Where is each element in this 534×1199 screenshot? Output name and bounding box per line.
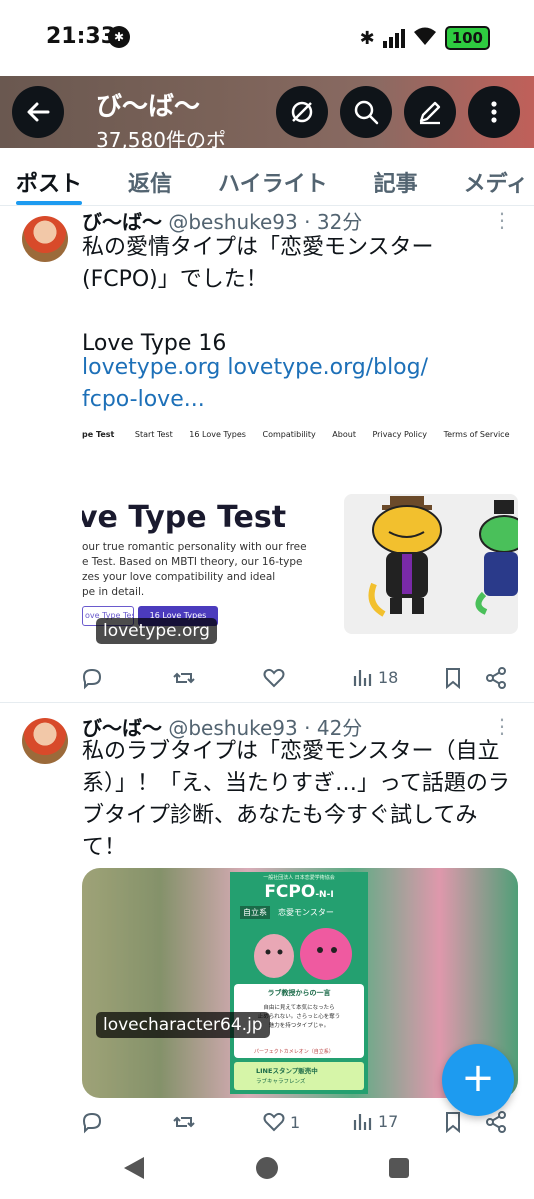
tab-highlights[interactable]: ハイライト (218, 148, 328, 205)
like-icon (263, 1112, 285, 1132)
battery-indicator: 100 (444, 26, 490, 50)
bookmark-icon (446, 1112, 460, 1134)
nav-back-icon[interactable] (124, 1157, 144, 1179)
card-domain: lovecharacter64.jp (96, 1012, 270, 1038)
like-button[interactable]: 1 (262, 1110, 300, 1134)
status-bar: 21:33 ✱ ✱ 100 (0, 0, 534, 76)
tab-posts[interactable]: ポスト (16, 148, 83, 205)
status-icons: ✱ 100 (360, 26, 490, 50)
link-card[interactable]: pe Test Start Test 16 Love Types Compati… (82, 418, 518, 654)
search-button[interactable] (340, 86, 392, 138)
bookmark-button[interactable] (442, 1110, 464, 1134)
tab-media[interactable]: メディ (464, 148, 528, 205)
compose-button[interactable] (404, 86, 456, 138)
back-button[interactable] (12, 86, 64, 138)
views-button[interactable]: 17 (352, 1110, 398, 1132)
wifi-icon (413, 26, 437, 50)
more-vertical-icon (491, 101, 497, 123)
like-button[interactable] (262, 666, 290, 690)
views-icon (353, 1114, 372, 1130)
views-button[interactable]: 18 (352, 666, 398, 688)
bookmark-icon (446, 668, 460, 690)
like-icon (263, 668, 285, 688)
share-button[interactable] (484, 666, 508, 690)
tweet-time: 32分 (316, 210, 363, 234)
view-count: 17 (378, 1111, 399, 1131)
tweet-actions: 1 17 (80, 1110, 520, 1142)
card-body: our true romantic personality with our f… (82, 541, 307, 598)
tweet[interactable]: び〜ば〜 @beshuke93 · 32分 ⋮ 私の愛情タイプは「恋愛モンスター… (0, 206, 534, 704)
tweet-divider (0, 702, 534, 703)
search-icon (354, 100, 379, 125)
author-name[interactable]: び〜ば〜 (82, 210, 162, 234)
repost-icon (173, 1116, 195, 1128)
card-nav: pe Test Start Test 16 Love Types Compati… (82, 430, 510, 439)
author-handle: @beshuke93 (168, 210, 298, 234)
card-illustration (344, 494, 518, 634)
profile-header: び〜ば〜 37,580件のポ (0, 76, 534, 148)
tab-replies[interactable]: 返信 (128, 148, 172, 205)
nav-home-icon[interactable] (256, 1157, 278, 1179)
profile-name: び〜ば〜 (96, 92, 201, 122)
notification-icon: ✱ (108, 26, 130, 48)
tweet-more-icon[interactable]: ⋮ (492, 714, 512, 738)
tweet-more-icon[interactable]: ⋮ (492, 208, 512, 232)
tweet-header: び〜ば〜 @beshuke93 · 32分 (82, 210, 363, 234)
plus-icon: + (461, 1055, 495, 1101)
nav-recents-icon[interactable] (389, 1158, 409, 1178)
card-domain: lovetype.org (96, 618, 217, 644)
bookmark-button[interactable] (442, 666, 464, 690)
signal-icon (382, 28, 405, 48)
repost-icon (173, 672, 195, 684)
card-headline: ve Type Test (82, 500, 287, 535)
post-count: 37,580件のポ (96, 128, 226, 148)
tweet-links[interactable]: lovetype.org lovetype.org/blog/ fcpo-lov… (82, 352, 512, 416)
share-icon (486, 667, 506, 689)
notifications-off-icon (291, 101, 313, 123)
avatar[interactable] (22, 718, 68, 764)
more-button[interactable] (468, 86, 520, 138)
status-time: 21:33 (46, 24, 117, 49)
view-count: 18 (378, 667, 399, 687)
tweet-actions: 18 (80, 666, 520, 698)
tweet-text: 私の愛情タイプは「恋愛モンスター(FCPO)」でした！ Love Type 16 (82, 235, 434, 356)
compose-icon (419, 101, 441, 125)
reply-icon (82, 1112, 102, 1134)
tweet-text: 私のラブタイプは「恋愛モンスター（自立系）」！「え、当たりすぎ…」って話題のラブ… (82, 739, 510, 860)
avatar[interactable] (22, 216, 68, 262)
reply-button[interactable] (80, 666, 104, 690)
bluetooth-icon: ✱ (359, 27, 375, 49)
like-count: 1 (290, 1112, 301, 1132)
notifications-button[interactable] (276, 86, 328, 138)
repost-button[interactable] (172, 1110, 196, 1134)
repost-button[interactable] (172, 666, 196, 690)
reply-icon (82, 668, 102, 690)
back-arrow-icon (27, 102, 50, 122)
system-nav-bar (0, 1140, 534, 1199)
tab-articles[interactable]: 記事 (374, 148, 418, 205)
views-icon (353, 670, 372, 686)
profile-tabs: ポスト 返信 ハイライト 記事 メディ (0, 148, 534, 206)
card-poster: 一般社団法人 日本恋愛学術協会 FCPO-N-I 自立系 恋愛モンスター ラブ教… (230, 872, 368, 1094)
compose-fab[interactable]: + (442, 1044, 514, 1116)
reply-button[interactable] (80, 1110, 104, 1134)
